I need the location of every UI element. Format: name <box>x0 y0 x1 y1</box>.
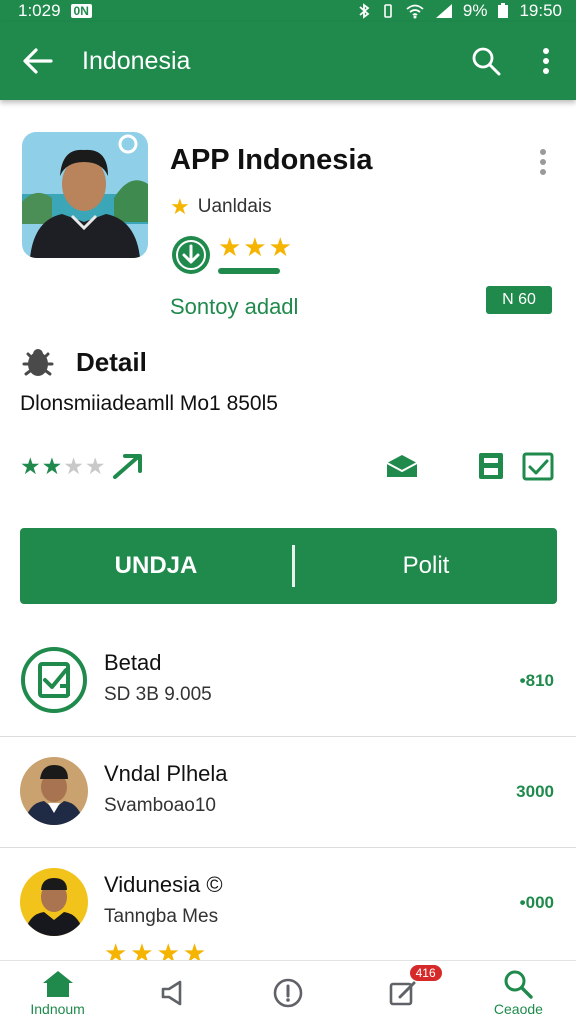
status-bar: 1:029 0N 9% 19:50 <box>0 0 576 22</box>
signal-icon <box>435 4 452 18</box>
bottom-navigation: Indnoum 416 Ceaode <box>0 960 576 1024</box>
developer-row: ★ Uanldais <box>170 194 272 220</box>
home-icon <box>42 970 73 997</box>
detail-heading: Detail <box>76 346 147 377</box>
download-row: ★★★ <box>170 234 294 276</box>
avatar <box>20 868 88 936</box>
info-icon <box>273 978 303 1007</box>
download-icon[interactable] <box>170 234 212 276</box>
status-time: 19:50 <box>519 1 562 20</box>
item-subtitle: SD 3B 9.005 <box>104 684 212 705</box>
person-photo <box>20 868 88 936</box>
app-title: APP Indonesia <box>170 144 373 176</box>
mail-button[interactable] <box>384 450 420 482</box>
back-arrow-icon <box>23 48 53 74</box>
status-time-left: 1:029 <box>18 1 61 20</box>
back-button[interactable] <box>0 22 76 100</box>
item-value: •000 <box>519 893 554 912</box>
nav-search[interactable]: Ceaode <box>461 961 576 1024</box>
battery-percent: 9% <box>462 1 488 20</box>
app-bar: Indonesia <box>0 22 576 100</box>
nav-search-label: Ceaode <box>493 1000 543 1017</box>
download-button[interactable]: UNDJA <box>20 528 292 604</box>
nav-home-label: Indnoum <box>30 1000 85 1017</box>
print-button[interactable] <box>473 450 509 482</box>
edit-icon <box>389 981 416 1005</box>
person-photo <box>22 132 148 258</box>
star-icon: ★ <box>20 453 41 479</box>
wifi-icon <box>406 4 424 19</box>
print-icon <box>479 453 503 479</box>
app-icon <box>22 132 148 258</box>
bug-icon <box>22 349 54 376</box>
list-item[interactable]: Vidunesia © Tanngba Mes •000 ★★★★ <box>0 848 576 966</box>
list-item[interactable]: Betad SD 3B 9.005 •810 <box>0 626 576 737</box>
star-icon: ★ <box>84 453 106 479</box>
item-value: 3000 <box>516 782 554 801</box>
star-icon: ★ <box>41 453 63 479</box>
share-button[interactable] <box>110 450 146 482</box>
detail-text: Dlonsmiiadeamll Mo1 850l5 <box>20 392 278 415</box>
nav-info[interactable] <box>230 961 345 1024</box>
item-title: Vidunesia © <box>104 872 223 897</box>
bluetooth-icon <box>359 3 370 19</box>
person-photo <box>20 757 88 825</box>
app-more-button[interactable] <box>528 142 558 182</box>
avatar <box>20 757 88 825</box>
nav-speaker[interactable] <box>115 961 230 1024</box>
nav-home[interactable]: Indnoum <box>0 961 115 1024</box>
checkbox-button[interactable] <box>520 450 556 482</box>
item-list: Betad SD 3B 9.005 •810 Vndal Plhela Svam… <box>0 626 576 966</box>
speaker-icon <box>161 980 182 1005</box>
detail-header: Detail <box>20 344 147 380</box>
developer-name: Uanldais <box>197 196 272 217</box>
app-header: APP Indonesia ★ Uanldais ★★★ Sontoy adad… <box>0 118 576 328</box>
battery-icon <box>498 3 509 18</box>
vibrate-icon <box>384 4 392 18</box>
item-subtitle: Svamboao10 <box>104 795 216 816</box>
action-button-bar: UNDJA Polit <box>20 528 557 604</box>
detail-rating: ★ ★ ★ ★ <box>20 450 106 482</box>
star-icon: ★ <box>170 194 190 219</box>
notification-badge: 416 <box>409 965 442 981</box>
item-subtitle: Tanngba Mes <box>104 906 219 927</box>
item-title: Betad <box>104 650 162 675</box>
star-icon: ★ <box>63 453 84 479</box>
mail-icon <box>386 455 418 477</box>
app-rating-stars: ★★★ <box>218 232 294 262</box>
search-icon <box>472 47 501 76</box>
item-icon <box>20 646 88 714</box>
check-box-icon <box>522 452 554 481</box>
search-icon <box>504 970 534 999</box>
secondary-button[interactable]: Polit <box>295 528 557 604</box>
app-subtitle: Sontoy adadl <box>170 294 299 319</box>
item-title: Vndal Plhela <box>104 761 228 786</box>
rating-bar <box>218 268 280 274</box>
check-document-icon <box>21 647 87 713</box>
detail-actions-row: ★ ★ ★ ★ <box>20 450 556 482</box>
more-vert-icon <box>543 48 549 74</box>
list-item[interactable]: Vndal Plhela Svamboao10 3000 <box>0 737 576 848</box>
more-options-button[interactable] <box>516 22 576 100</box>
search-button[interactable] <box>456 22 516 100</box>
more-vert-icon <box>540 149 546 175</box>
page-title: Indonesia <box>82 46 191 75</box>
version-tag[interactable]: N 60 <box>486 286 552 314</box>
status-badge: 0N <box>70 4 92 18</box>
nav-edit[interactable]: 416 <box>346 961 461 1024</box>
item-value: •810 <box>519 671 554 690</box>
send-arrow-icon <box>113 454 142 479</box>
